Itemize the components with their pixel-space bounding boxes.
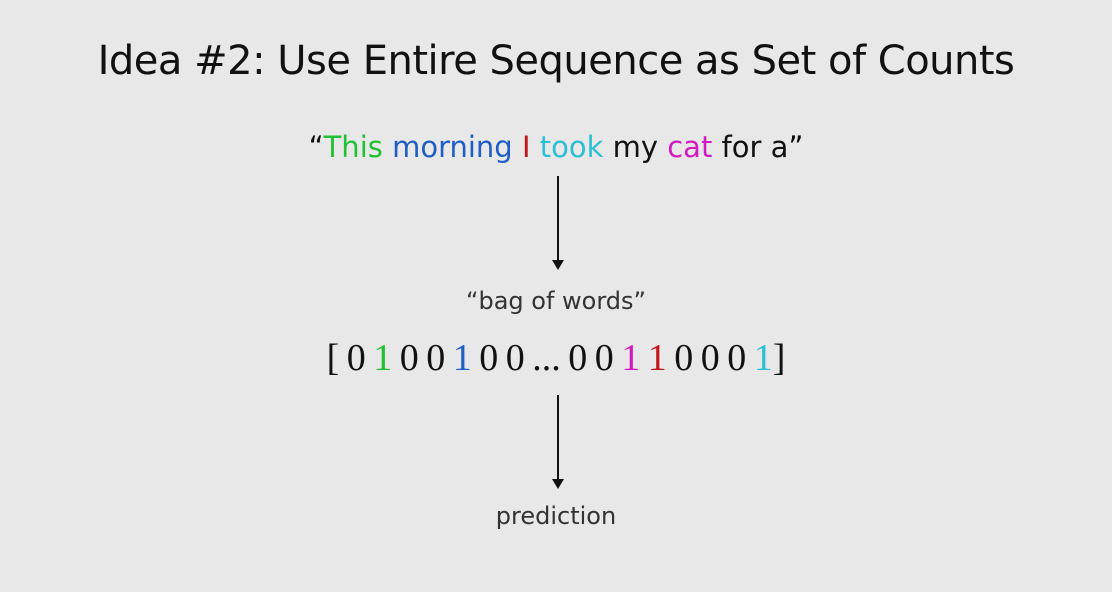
sentence-token: took xyxy=(539,130,604,164)
vector-segment xyxy=(640,337,648,379)
sentence-token xyxy=(531,130,540,164)
vector-segment: 1 xyxy=(647,337,667,379)
sentence-token: cat xyxy=(667,130,713,164)
input-sentence: “This morning I took my cat for a” xyxy=(0,130,1112,164)
sentence-token: for a” xyxy=(712,130,804,164)
vector-segment: [ 0 xyxy=(326,337,374,379)
sentence-token: This xyxy=(323,130,383,164)
vector-segment: ] xyxy=(772,337,786,379)
sentence-token xyxy=(513,130,522,164)
vector-segment: 0 0 xyxy=(392,337,453,379)
down-arrow-icon xyxy=(552,395,564,489)
bag-of-words-label: “bag of words” xyxy=(466,287,646,315)
sentence-token: morning xyxy=(392,130,513,164)
sentence-token: I xyxy=(521,130,531,164)
vector-segment: 1 xyxy=(452,337,472,379)
vector-segment: 0 0 0 xyxy=(666,337,754,379)
sentence-token: “ xyxy=(308,130,324,164)
down-arrow-icon xyxy=(552,176,564,270)
prediction-label: prediction xyxy=(495,502,617,530)
sentence-token: my xyxy=(603,130,668,164)
vector-segment: 1 xyxy=(373,337,393,379)
vector-segment: 1 xyxy=(753,337,773,379)
vector-segment: 1 xyxy=(621,337,641,379)
vector-segment: 0 0 ... 0 0 xyxy=(471,337,622,379)
sentence-token xyxy=(383,130,392,164)
slide-title: Idea #2: Use Entire Sequence as Set of C… xyxy=(97,38,1015,84)
count-vector: [ 0 1 0 0 1 0 0 ... 0 0 1 1 0 0 0 1] xyxy=(0,336,1112,380)
